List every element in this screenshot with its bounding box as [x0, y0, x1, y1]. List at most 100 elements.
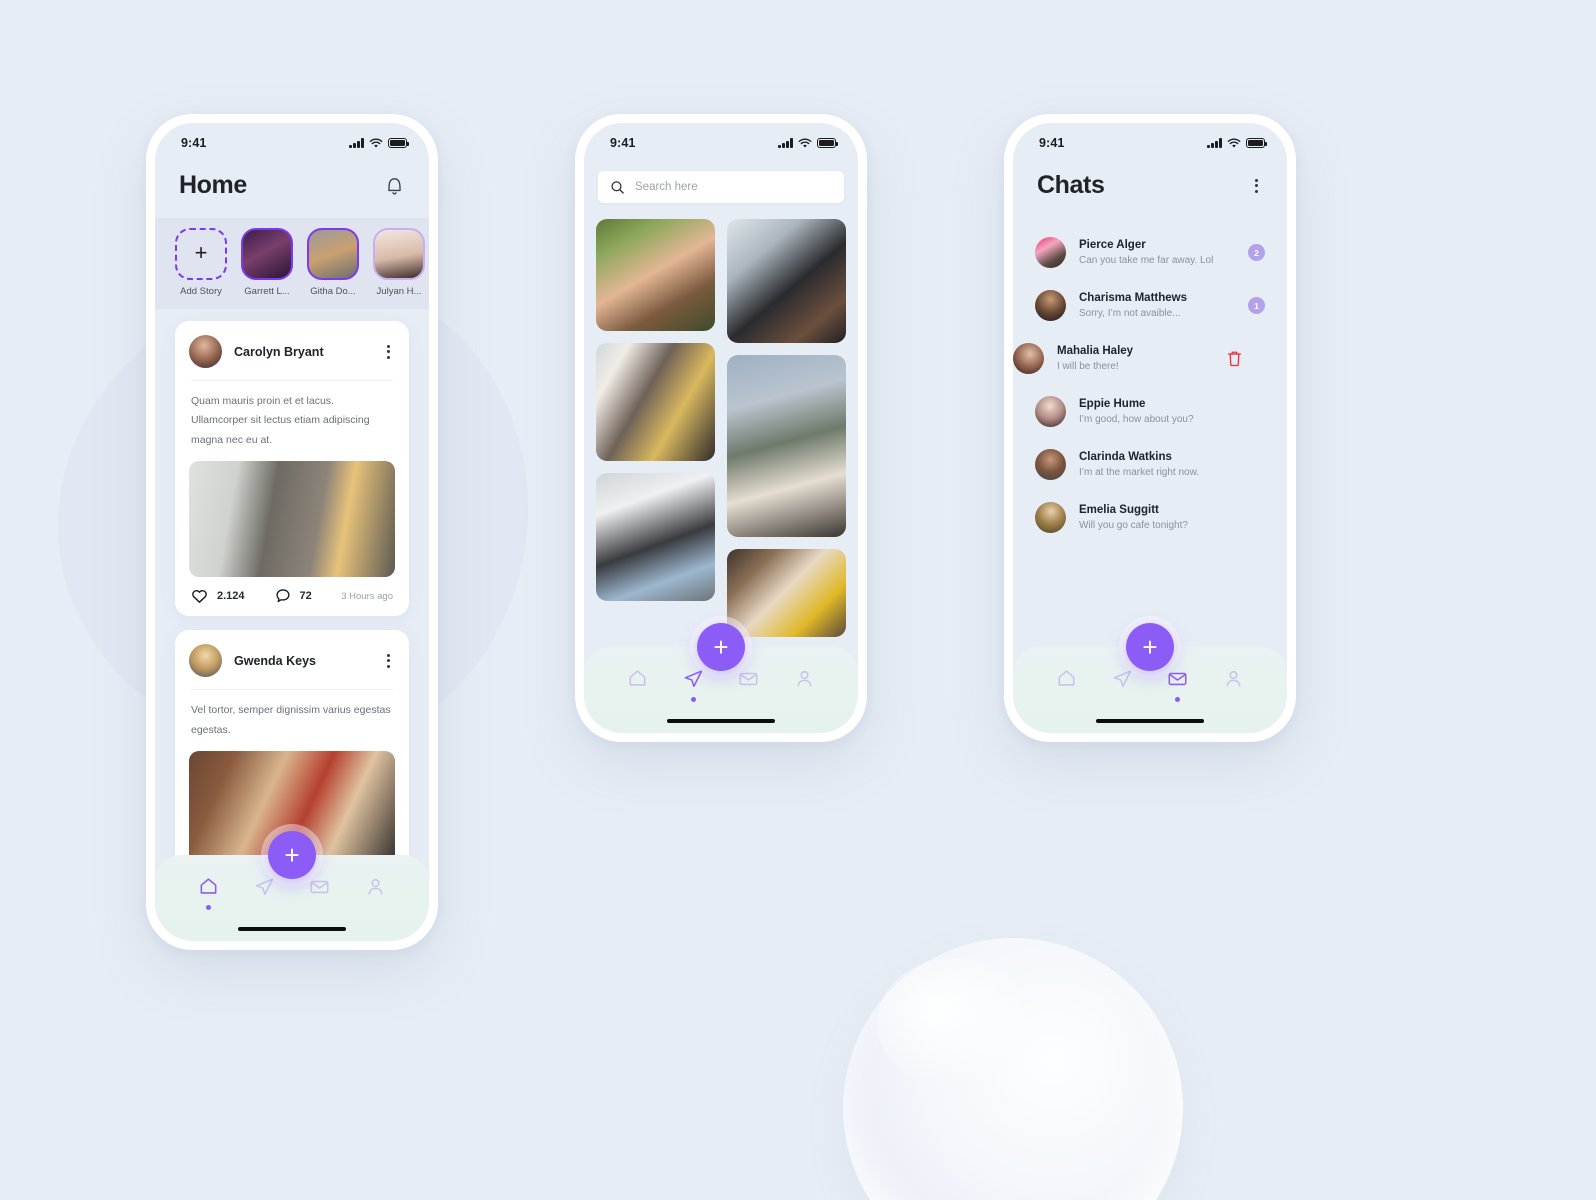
nav-item-profile[interactable] — [357, 875, 393, 898]
story-item[interactable]: Githa Do... — [307, 228, 359, 297]
story-label: Julyan H... — [376, 286, 422, 297]
chat-row[interactable]: Eppie Hume I’m good, how about you? — [1013, 385, 1287, 438]
story-avatar[interactable] — [373, 228, 425, 280]
nav-item-explore[interactable] — [1104, 667, 1140, 690]
envelope-icon[interactable] — [308, 875, 331, 898]
page-title: Home — [179, 171, 247, 199]
comment-count: 72 — [299, 590, 312, 603]
home-icon[interactable] — [626, 667, 649, 690]
send-paper-plane-icon[interactable] — [1111, 667, 1134, 690]
post-card: Carolyn Bryant Quam mauris proin et et l… — [175, 321, 409, 617]
avatar[interactable] — [1035, 290, 1066, 321]
photo-tile[interactable] — [727, 355, 846, 537]
chat-row[interactable]: Emelia Suggitt Will you go cafe tonight? — [1013, 491, 1287, 544]
search-input[interactable] — [635, 181, 832, 193]
nav-item-home[interactable] — [191, 875, 227, 910]
nav-item-explore[interactable] — [675, 667, 711, 702]
photo-tile[interactable] — [596, 343, 715, 461]
status-icons — [349, 138, 409, 149]
kebab-menu-icon[interactable] — [382, 342, 395, 362]
plus-icon[interactable]: + — [175, 228, 227, 280]
chat-text: Mahalia Haley I will be there! — [1057, 345, 1213, 372]
story-avatar[interactable] — [241, 228, 293, 280]
chat-row[interactable]: Pierce Alger Can you take me far away. L… — [1013, 226, 1287, 279]
search-bar[interactable] — [598, 171, 844, 203]
chat-preview: I will be there! — [1057, 361, 1119, 372]
avatar[interactable] — [189, 644, 222, 678]
nav-item-messages[interactable] — [731, 667, 767, 690]
home-header: Home — [155, 157, 429, 218]
photo-tile[interactable] — [596, 473, 715, 601]
bell-icon[interactable] — [384, 174, 405, 197]
photo-tile[interactable] — [596, 219, 715, 331]
avatar[interactable] — [1013, 343, 1044, 374]
chat-preview: Will you go cafe tonight? — [1079, 520, 1188, 531]
status-bar: 9:41 — [155, 123, 429, 157]
explore-screen: 9:41 Search here + — [584, 123, 858, 733]
battery-icon — [1246, 138, 1267, 148]
kebab-menu-icon[interactable] — [1250, 176, 1263, 196]
create-post-fab[interactable]: + — [268, 831, 316, 879]
chat-text: Pierce Alger Can you take me far away. L… — [1079, 239, 1235, 266]
status-bar: 9:41 — [584, 123, 858, 157]
avatar[interactable] — [1035, 237, 1066, 268]
chat-name: Clarinda Watkins — [1079, 451, 1172, 463]
person-icon[interactable] — [364, 875, 387, 898]
chat-row-swiped[interactable]: Mahalia Haley I will be there! — [1013, 332, 1265, 385]
active-indicator-dot — [690, 697, 696, 702]
send-paper-plane-icon[interactable] — [253, 875, 276, 898]
home-icon[interactable] — [197, 875, 220, 898]
phone-home-screen: 9:41 Home + Add Story Garrett L... Githa… — [146, 114, 438, 950]
kebab-menu-icon[interactable] — [382, 651, 395, 671]
nav-item-messages[interactable] — [302, 875, 338, 898]
person-icon[interactable] — [793, 667, 816, 690]
post-header: Carolyn Bryant — [189, 335, 395, 368]
send-paper-plane-icon[interactable] — [682, 667, 705, 690]
battery-icon — [817, 138, 838, 148]
home-icon[interactable] — [1055, 667, 1078, 690]
active-indicator-dot — [1175, 697, 1181, 702]
comment-bubble-icon[interactable] — [275, 588, 291, 604]
nav-item-home[interactable] — [1049, 667, 1085, 690]
chat-preview: I’m at the market right now. — [1079, 467, 1200, 478]
heart-icon[interactable] — [191, 588, 208, 604]
home-screen: 9:41 Home + Add Story Garrett L... Githa… — [155, 123, 429, 941]
create-post-fab[interactable]: + — [697, 623, 745, 671]
avatar[interactable] — [1035, 449, 1066, 480]
nav-item-profile[interactable] — [786, 667, 822, 690]
chat-name: Mahalia Haley — [1057, 345, 1134, 357]
status-icons — [778, 138, 838, 149]
phone-chats-screen: 9:41 Chats Pierce Alger Can you take me … — [1004, 114, 1296, 742]
story-add[interactable]: + Add Story — [175, 228, 227, 297]
nav-item-explore[interactable] — [246, 875, 282, 898]
story-label: Add Story — [180, 286, 222, 297]
photo-tile[interactable] — [727, 549, 846, 637]
home-indicator — [238, 926, 346, 931]
stories-row[interactable]: + Add Story Garrett L... Githa Do... Jul… — [155, 218, 429, 309]
chat-row[interactable]: Charisma Matthews Sorry, I’m not avaible… — [1013, 279, 1287, 332]
chat-name: Charisma Matthews — [1079, 292, 1188, 304]
nav-item-messages[interactable] — [1160, 667, 1196, 702]
avatar[interactable] — [189, 335, 222, 368]
search-icon[interactable] — [610, 180, 625, 195]
nav-item-profile[interactable] — [1215, 667, 1251, 690]
create-post-fab[interactable]: + — [1126, 623, 1174, 671]
nav-item-home[interactable] — [620, 667, 656, 690]
chat-row[interactable]: Clarinda Watkins I’m at the market right… — [1013, 438, 1287, 491]
trash-delete-icon[interactable] — [1226, 349, 1243, 368]
story-item[interactable]: Julyan H... — [373, 228, 425, 297]
photo-tile[interactable] — [727, 219, 846, 343]
envelope-icon[interactable] — [737, 667, 760, 690]
unread-badge: 2 — [1248, 244, 1265, 261]
post-photo[interactable] — [189, 461, 395, 578]
post-meta: 2.124 72 3 Hours ago — [189, 577, 395, 606]
cellular-bars-icon — [778, 138, 793, 148]
avatar[interactable] — [1035, 502, 1066, 533]
decorative-sphere — [843, 938, 1183, 1200]
story-item[interactable]: Garrett L... — [241, 228, 293, 297]
chat-text: Charisma Matthews Sorry, I’m not avaible… — [1079, 292, 1235, 319]
envelope-icon[interactable] — [1166, 667, 1189, 690]
story-avatar[interactable] — [307, 228, 359, 280]
person-icon[interactable] — [1222, 667, 1245, 690]
avatar[interactable] — [1035, 396, 1066, 427]
